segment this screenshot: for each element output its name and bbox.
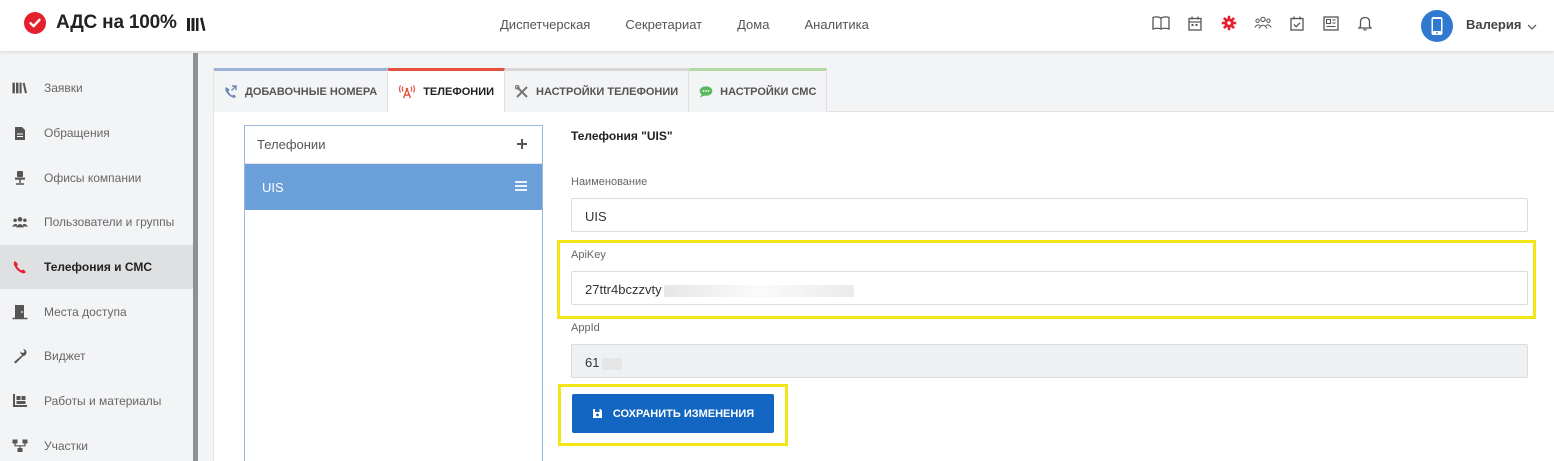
- sidebar-item-offices[interactable]: Офисы компании: [0, 155, 193, 200]
- wrench-icon: [12, 348, 28, 364]
- apikey-value: 27ttr4bczzvty: [585, 282, 662, 297]
- library-icon[interactable]: [186, 15, 208, 38]
- sidebar-item-sections[interactable]: Участки: [0, 424, 193, 461]
- avatar[interactable]: [1421, 10, 1453, 42]
- sidebar-item-widget[interactable]: Виджет: [0, 334, 193, 379]
- telephony-list: Телефонии UIS: [244, 125, 543, 461]
- main-panel: ДОБАВОЧНЫЕ НОМЕРА ТЕЛЕФОНИИ НАСТРОЙКИ ТЕ…: [213, 68, 1554, 461]
- bell-icon[interactable]: [1356, 14, 1374, 32]
- name-label: Наименование: [571, 176, 648, 188]
- newspaper-icon[interactable]: [1322, 14, 1340, 32]
- calendar-icon[interactable]: [1186, 14, 1204, 32]
- nav-houses[interactable]: Дома: [737, 17, 769, 32]
- menu-icon[interactable]: [514, 180, 528, 195]
- tools-icon: [515, 84, 529, 99]
- sidebar-item-label: Заявки: [44, 81, 83, 96]
- tab-telephonies[interactable]: ТЕЛЕФОНИИ: [388, 68, 506, 112]
- chat-bubble-icon: [699, 85, 713, 98]
- sidebar-item-appeals[interactable]: Обращения: [0, 111, 193, 156]
- top-navigation: Диспетчерская Секретариат Дома Аналитика: [500, 17, 904, 32]
- settings-gear-icon[interactable]: [1220, 14, 1238, 32]
- apikey-input[interactable]: 27ttr4bczzvty: [571, 271, 1528, 305]
- header-toolbar: [1152, 14, 1390, 32]
- sidebar-scrollbar[interactable]: [193, 53, 198, 461]
- sidebar-item-users[interactable]: Пользователи и группы: [0, 200, 193, 245]
- nav-analytics[interactable]: Аналитика: [804, 17, 868, 32]
- document-icon: [12, 125, 28, 141]
- office-chair-icon: [12, 170, 28, 186]
- tab-label: НАСТРОЙКИ СМС: [720, 85, 817, 98]
- redacted-mask: [602, 357, 623, 370]
- name-input[interactable]: UIS: [571, 198, 1528, 232]
- tab-sms-settings[interactable]: НАСТРОЙКИ СМС: [689, 68, 828, 112]
- sidebar-item-label: Участки: [44, 438, 88, 453]
- nav-dispatcher[interactable]: Диспетчерская: [500, 17, 590, 32]
- list-title: Телефонии: [257, 137, 326, 152]
- telephony-list-header: Телефонии: [245, 126, 542, 164]
- appid-value: 61: [585, 355, 600, 370]
- add-telephony-button[interactable]: [516, 133, 528, 156]
- sidebar-item-label: Пользователи и группы: [44, 215, 175, 230]
- sidebar-item-label: Офисы компании: [44, 170, 142, 185]
- calendar-check-icon[interactable]: [1288, 14, 1306, 32]
- sidebar-item-label: Работы и материалы: [44, 394, 162, 409]
- sidebar-item-label: Места доступа: [44, 304, 127, 319]
- tab-label: НАСТРОЙКИ ТЕЛЕФОНИИ: [536, 85, 679, 98]
- sidebar-item-access-points[interactable]: Места доступа: [0, 289, 193, 334]
- tab-label: ДОБАВОЧНЫЕ НОМЕРА: [245, 85, 378, 98]
- redacted-mask: [663, 284, 854, 297]
- sidebar-item-label: Обращения: [44, 126, 110, 141]
- list-item-label: UIS: [262, 179, 284, 195]
- tab-telephony-settings[interactable]: НАСТРОЙКИ ТЕЛЕФОНИИ: [505, 68, 690, 112]
- logo[interactable]: АДС на 100%: [24, 12, 177, 34]
- door-icon: [12, 304, 28, 320]
- list-item[interactable]: UIS: [245, 164, 542, 210]
- sidebar-item-label: Телефония и СМС: [44, 260, 153, 275]
- sidebar-item-works-materials[interactable]: Работы и материалы: [0, 379, 193, 424]
- logo-check-icon: [24, 12, 46, 34]
- tab-extension-numbers[interactable]: ДОБАВОЧНЫЕ НОМЕРА: [214, 68, 389, 112]
- antenna-icon: [398, 84, 416, 99]
- save-button-label: СОХРАНИТЬ ИЗМЕНЕНИЯ: [612, 407, 755, 420]
- chevron-down-icon[interactable]: [1527, 18, 1537, 36]
- book-icon[interactable]: [1152, 14, 1170, 32]
- sitemap-icon: [12, 438, 28, 454]
- sidebar: Заявки Обращения Офисы компании Пользова…: [0, 66, 193, 461]
- phone-forward-icon: [224, 84, 238, 99]
- form-title: Телефония "UIS": [571, 129, 673, 143]
- sidebar-item-label: Виджет: [44, 349, 86, 364]
- logo-text: АДС на 100%: [56, 12, 177, 33]
- sidebar-item-telephony[interactable]: Телефония и СМС: [0, 244, 193, 290]
- tab-label: ТЕЛЕФОНИИ: [423, 85, 495, 98]
- phone-icon: [12, 259, 28, 275]
- pallet-icon: [12, 393, 28, 409]
- top-header: АДС на 100% Диспетчерская Секретариат До…: [0, 0, 1554, 52]
- appid-label: AppId: [571, 322, 600, 334]
- apikey-label: ApiKey: [571, 249, 606, 261]
- name-value: UIS: [585, 209, 607, 224]
- sidebar-item-requests[interactable]: Заявки: [0, 66, 193, 111]
- appid-input[interactable]: 61: [571, 344, 1528, 378]
- users-icon: [12, 214, 28, 230]
- nav-secretariat[interactable]: Секретариат: [625, 17, 702, 32]
- library-icon: [12, 80, 28, 96]
- floppy-disk-icon: [592, 408, 603, 419]
- users-group-icon[interactable]: [1254, 14, 1272, 32]
- tab-bar: ДОБАВОЧНЫЕ НОМЕРА ТЕЛЕФОНИИ НАСТРОЙКИ ТЕ…: [214, 68, 1554, 112]
- save-changes-button[interactable]: СОХРАНИТЬ ИЗМЕНЕНИЯ: [572, 394, 774, 433]
- user-name[interactable]: Валерия: [1466, 17, 1521, 32]
